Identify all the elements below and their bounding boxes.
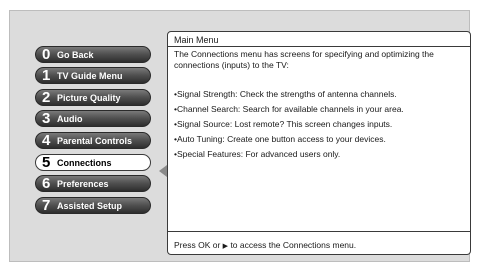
menu-item-label: Go Back [57, 49, 94, 60]
menu-item-tv-guide-menu[interactable]: 1 TV Guide Menu [35, 67, 151, 84]
menu-item-number: 4 [42, 132, 51, 149]
selection-pointer-icon [159, 165, 167, 177]
tv-screen: 0 Go Back 1 TV Guide Menu 2 Picture Qual… [9, 10, 471, 262]
panel-footer-divider [168, 231, 470, 232]
panel-title: Main Menu [174, 35, 219, 45]
info-panel: Main Menu The Connections menu has scree… [167, 31, 471, 255]
menu-item-number: 5 [42, 154, 51, 171]
menu-item-number: 7 [42, 197, 51, 214]
list-item: •Special Features: For advanced users on… [174, 149, 341, 159]
menu-item-preferences[interactable]: 6 Preferences [35, 175, 151, 192]
menu-item-number: 3 [42, 110, 51, 127]
footer-text-suffix: to access the Connections menu. [230, 240, 357, 250]
menu-item-picture-quality[interactable]: 2 Picture Quality [35, 89, 151, 106]
menu-item-label: Parental Controls [57, 135, 133, 146]
menu-item-assisted-setup[interactable]: 7 Assisted Setup [35, 197, 151, 214]
menu-item-number: 0 [42, 46, 51, 63]
footer-text-prefix: Press OK or [174, 240, 221, 250]
feature-list: •Signal Strength: Check the strengths of… [174, 87, 469, 162]
menu-item-label: Assisted Setup [57, 200, 123, 211]
menu-item-label: Connections [57, 157, 112, 168]
menu-item-go-back[interactable]: 0 Go Back [35, 46, 151, 63]
list-item: •Signal Strength: Check the strengths of… [174, 89, 397, 99]
menu-item-label: Audio [57, 113, 83, 124]
menu-item-number: 6 [42, 175, 51, 192]
panel-footer: Press OK or ▶ to access the Connections … [174, 240, 464, 252]
list-item: •Signal Source: Lost remote? This screen… [174, 119, 393, 129]
list-item: •Channel Search: Search for available ch… [174, 104, 404, 114]
panel-title-divider [168, 46, 470, 47]
menu-item-label: Picture Quality [57, 92, 121, 103]
right-arrow-icon: ▶ [222, 243, 229, 250]
menu-item-number: 1 [42, 67, 51, 84]
menu-item-parental-controls[interactable]: 4 Parental Controls [35, 132, 151, 149]
menu-item-audio[interactable]: 3 Audio [35, 110, 151, 127]
list-item: •Auto Tuning: Create one button access t… [174, 134, 386, 144]
menu-item-label: TV Guide Menu [57, 70, 123, 81]
panel-description: The Connections menu has screens for spe… [174, 49, 434, 70]
menu-item-label: Preferences [57, 178, 109, 189]
menu-item-connections[interactable]: 5 Connections [35, 154, 151, 171]
menu-item-number: 2 [42, 89, 51, 106]
